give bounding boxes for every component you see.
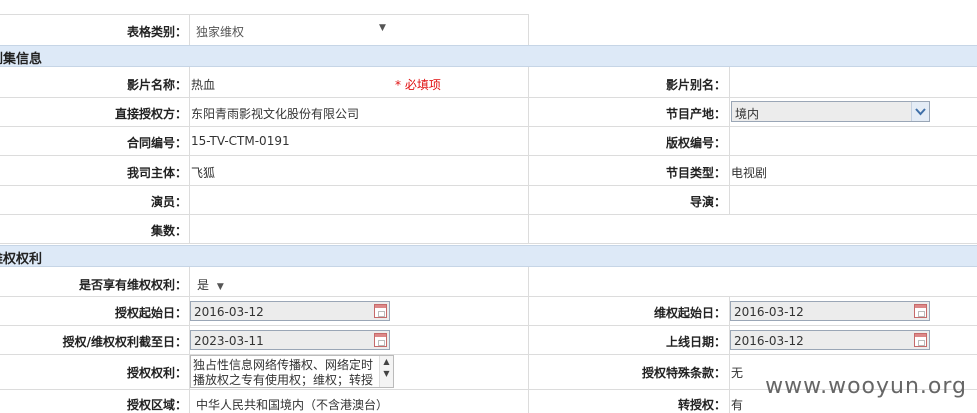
has-rights-label: 是否享有维权权利： <box>78 278 187 292</box>
copyright-no-label: 版权编号： <box>665 136 726 150</box>
rights-start-value: 2016-03-12 <box>734 305 804 319</box>
license-rights-label: 授权权利： <box>126 366 187 380</box>
dropdown-arrow-icon: ▼ <box>379 23 386 33</box>
license-rights-value: 独占性信息网络传播权、网络定时播放权之专有使用权；维权；转授 <box>193 358 374 387</box>
license-end-value: 2023-03-11 <box>194 334 264 348</box>
form-type-value: 独家维权 <box>196 25 245 39</box>
film-name-field[interactable]: 热血 <box>191 76 215 93</box>
scrollbar[interactable]: ▲ ▼ <box>379 356 393 387</box>
has-rights-select[interactable]: 是 ▼ <box>197 276 224 293</box>
program-type-field[interactable]: 电视剧 <box>731 164 767 181</box>
section-rights-title: 维权权利 <box>0 252 43 267</box>
online-date-value: 2016-03-12 <box>734 334 804 348</box>
our-entity-label: 我司主体： <box>126 166 187 180</box>
contract-no-field[interactable]: 15-TV-CTM-0191 <box>191 134 290 148</box>
origin-label: 节目产地： <box>665 107 726 121</box>
chevron-down-icon[interactable] <box>911 102 929 121</box>
form-type-select[interactable]: 独家维权 ▼ <box>196 23 386 40</box>
film-alias-label: 影片别名： <box>665 78 726 92</box>
has-rights-value: 是 <box>197 278 210 292</box>
episodes-label: 集数： <box>150 224 187 238</box>
calendar-icon[interactable] <box>374 333 387 347</box>
actors-label: 演员： <box>150 195 187 209</box>
origin-value: 境内 <box>735 107 760 121</box>
license-region-label: 授权区域： <box>126 398 187 412</box>
section-drama-info: 剧集信息 <box>0 45 977 67</box>
watermark: www.wooyun.org <box>765 374 967 399</box>
sublicense-field[interactable]: 有 <box>731 396 743 413</box>
license-region-field[interactable]: 中华人民共和国境内（不含港澳台） <box>196 396 388 413</box>
license-start-value: 2016-03-12 <box>194 305 264 319</box>
license-rights-textarea[interactable]: 独占性信息网络传播权、网络定时播放权之专有使用权；维权；转授 ▲ ▼ <box>190 355 394 388</box>
section-drama-title: 剧集信息 <box>0 52 43 67</box>
online-date[interactable]: 2016-03-12 <box>730 330 930 350</box>
license-start-date[interactable]: 2016-03-12 <box>190 301 390 321</box>
license-start-label: 授权起始日： <box>114 306 187 320</box>
special-terms-field[interactable]: 无 <box>731 364 743 381</box>
required-note: * 必填项 <box>395 78 441 92</box>
rights-start-label: 维权起始日： <box>653 306 726 320</box>
license-end-label: 授权/维权权利截至日： <box>62 335 187 349</box>
film-name-label: 影片名称： <box>126 78 187 92</box>
calendar-icon[interactable] <box>914 333 927 347</box>
origin-select[interactable]: 境内 <box>731 101 930 122</box>
dropdown-arrow-icon: ▼ <box>216 282 224 292</box>
form-type-label: 表格类别： <box>126 25 187 39</box>
calendar-icon[interactable] <box>374 304 387 318</box>
calendar-icon[interactable] <box>914 304 927 318</box>
direct-licensor-label: 直接授权方： <box>114 107 187 121</box>
special-terms-label: 授权特殊条款： <box>641 366 726 380</box>
direct-licensor-field[interactable]: 东阳青雨影视文化股份有限公司 <box>191 105 359 122</box>
sublicense-label: 转授权： <box>677 398 726 412</box>
section-rights: 维权权利 <box>0 245 977 267</box>
director-label: 导演： <box>689 195 726 209</box>
contract-no-label: 合同编号： <box>126 136 187 150</box>
license-end-date[interactable]: 2023-03-11 <box>190 330 390 350</box>
online-date-label: 上线日期： <box>665 335 726 349</box>
program-type-label: 节目类型： <box>665 166 726 180</box>
our-entity-field[interactable]: 飞狐 <box>191 164 215 181</box>
rights-start-date[interactable]: 2016-03-12 <box>730 301 930 321</box>
